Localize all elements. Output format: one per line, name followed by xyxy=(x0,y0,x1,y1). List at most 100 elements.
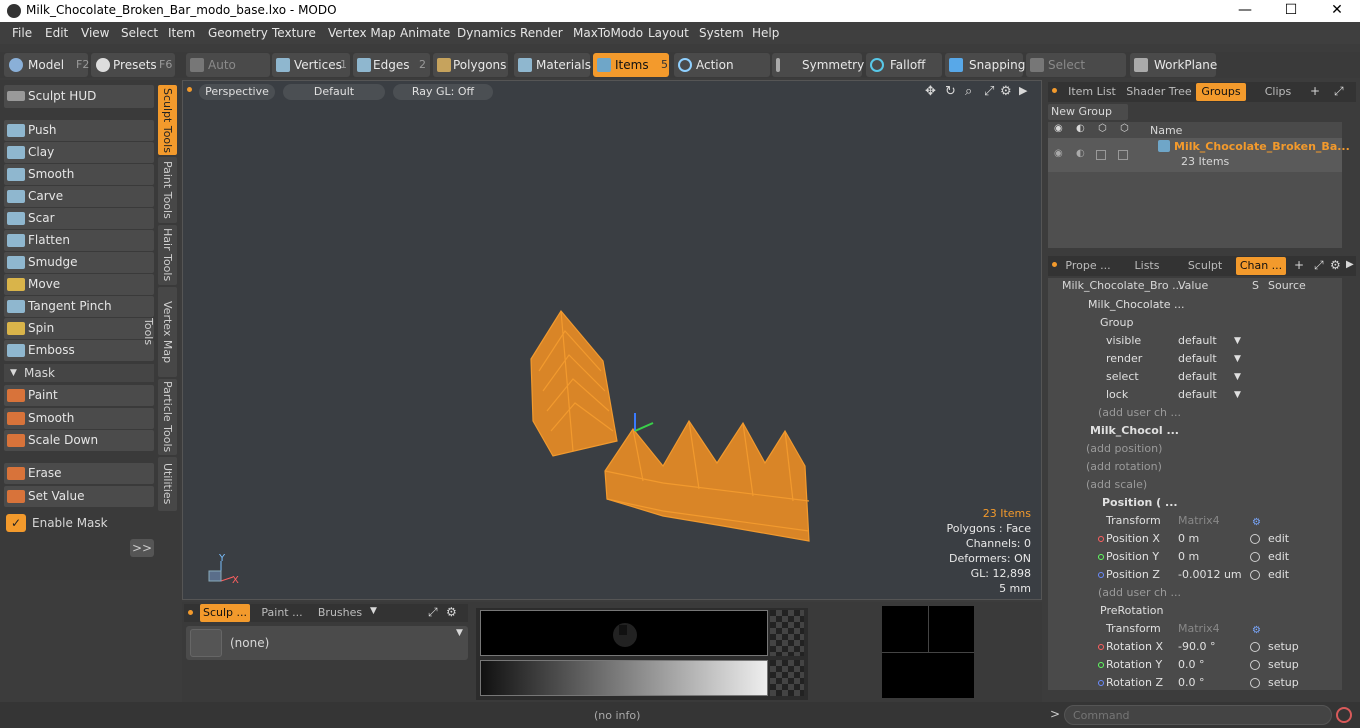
menu-file[interactable]: File xyxy=(12,26,32,40)
mask-smooth[interactable]: Smooth xyxy=(4,408,154,429)
channel-row[interactable]: Position ( ... xyxy=(1048,494,1342,512)
channel-row[interactable]: Transform Matrix4 ⚙ xyxy=(1048,512,1342,530)
group-visible-eye-icon[interactable]: ◉ xyxy=(1054,148,1063,159)
channel-row[interactable]: PreRotation xyxy=(1048,602,1342,620)
tool-move[interactable]: Move xyxy=(4,274,154,295)
tab-sculpt-brushes[interactable]: Sculp ... xyxy=(200,604,250,622)
channels-menu-arrow-icon[interactable]: ▶ xyxy=(1346,259,1354,270)
tab-properties[interactable]: Prope ... xyxy=(1064,257,1112,275)
alpha-preview[interactable] xyxy=(480,610,768,656)
more-button[interactable]: >> xyxy=(130,539,154,557)
menu-edit[interactable]: Edit xyxy=(45,26,68,40)
menu-animate[interactable]: Animate xyxy=(400,26,450,40)
tool-push[interactable]: Push xyxy=(4,120,154,141)
tool-smudge[interactable]: Smudge xyxy=(4,252,154,273)
channel-row[interactable]: Position X0 m edit xyxy=(1048,530,1342,548)
dropdown-arrow-icon[interactable]: ▼ xyxy=(1234,350,1241,368)
vertices-button[interactable]: Vertices 1 xyxy=(272,53,350,77)
new-group-button[interactable]: New Group xyxy=(1048,104,1128,120)
tab-item-list[interactable]: Item List xyxy=(1064,83,1120,101)
tool-flatten[interactable]: Flatten xyxy=(4,230,154,251)
group-row[interactable]: ◉ ◐ Milk_Chocolate_Broken_Ba... 23 Items xyxy=(1048,138,1350,172)
viewport-settings-gear-icon[interactable]: ⚙ xyxy=(1000,84,1012,99)
model-button[interactable]: Model F2 xyxy=(4,53,89,77)
tool-clay[interactable]: Clay xyxy=(4,142,154,163)
mask-paint[interactable]: Paint xyxy=(4,385,154,406)
polygons-button[interactable]: Polygons xyxy=(433,53,508,77)
tab-shader-tree[interactable]: Shader Tree xyxy=(1124,83,1194,101)
channel-row[interactable]: (add scale) xyxy=(1048,476,1342,494)
tab-clips[interactable]: Clips xyxy=(1256,83,1300,101)
channel-row[interactable]: Group xyxy=(1048,314,1342,332)
workplane-button[interactable]: WorkPlane xyxy=(1130,53,1217,77)
tab-groups[interactable]: Groups xyxy=(1196,83,1246,101)
items-button[interactable]: Items 5 xyxy=(593,53,669,77)
add-channel-tab-icon[interactable]: + xyxy=(1294,258,1304,272)
channel-row[interactable]: Position Z -0.0012 um edit xyxy=(1048,566,1342,584)
mask-section-header[interactable]: ▼ Mask xyxy=(4,364,154,382)
menu-geometry[interactable]: Geometry xyxy=(208,26,268,40)
menu-maxtomodo[interactable]: MaxToModo xyxy=(573,26,643,40)
tab-sculpt-tools[interactable]: Sculpt Tools xyxy=(158,85,177,155)
brush-selector[interactable]: (none) ▼ xyxy=(186,626,468,660)
maximize-button[interactable]: ☐ xyxy=(1268,0,1314,22)
tab-paint-brushes[interactable]: Paint ... xyxy=(256,604,308,622)
raygl-toggle[interactable]: Ray GL: Off xyxy=(393,84,493,100)
channel-row[interactable]: (add position) xyxy=(1048,440,1342,458)
channel-row[interactable]: select default ▼ xyxy=(1048,368,1342,386)
sculpt-hud-button[interactable]: Sculpt HUD xyxy=(4,85,154,108)
view-type-dropdown[interactable]: Perspective xyxy=(199,84,275,100)
dropdown-arrow-icon[interactable]: ▼ xyxy=(1234,332,1241,350)
snapping-button[interactable]: Snapping xyxy=(945,53,1025,77)
group-select-checkbox[interactable] xyxy=(1096,150,1106,160)
tool-smooth[interactable]: Smooth xyxy=(4,164,154,185)
maximize-viewport-icon[interactable]: ⤢ xyxy=(984,84,994,99)
channel-row[interactable]: Rotation Y 0.0 ° setup xyxy=(1048,656,1342,674)
minimize-button[interactable]: — xyxy=(1222,0,1268,22)
tab-particle-tools[interactable]: Particle Tools xyxy=(158,379,177,455)
gradient-preview[interactable] xyxy=(480,660,768,696)
tab-vertex-map-tools[interactable]: Vertex Map Tools xyxy=(142,287,177,377)
mask-set-value[interactable]: Set Value xyxy=(4,486,154,507)
channel-row[interactable]: (add rotation) xyxy=(1048,458,1342,476)
tool-carve[interactable]: Carve xyxy=(4,186,154,207)
mask-scale-down[interactable]: Scale Down xyxy=(4,430,154,451)
channels-gear-icon[interactable]: ⚙ xyxy=(1330,258,1341,272)
channel-row[interactable]: render default ▼ xyxy=(1048,350,1342,368)
channel-row[interactable]: Transform Matrix4 ⚙ xyxy=(1048,620,1342,638)
mask-erase[interactable]: Erase xyxy=(4,463,154,484)
menu-select[interactable]: Select xyxy=(121,26,158,40)
menu-vertex-map[interactable]: Vertex Map xyxy=(328,26,396,40)
tabs-dropdown-arrow-icon[interactable]: ▼ xyxy=(370,606,377,616)
tool-emboss[interactable]: Emboss xyxy=(4,340,154,361)
dropdown-arrow-icon[interactable]: ▼ xyxy=(1234,386,1241,404)
symmetry-button[interactable]: Symmetry xyxy=(772,53,864,77)
presets-button[interactable]: Presets F6 xyxy=(91,53,175,77)
rotate-icon[interactable]: ↻ xyxy=(945,84,956,99)
record-macro-icon[interactable] xyxy=(1336,707,1352,723)
command-input[interactable] xyxy=(1064,705,1332,725)
tab-paint-tools[interactable]: Paint Tools xyxy=(158,157,177,223)
select-through-button[interactable]: Select Through xyxy=(1026,53,1126,96)
chocolate-bar-mesh[interactable] xyxy=(513,301,833,551)
menu-texture[interactable]: Texture xyxy=(272,26,316,40)
channel-row[interactable]: Milk_Chocolate ... xyxy=(1048,296,1342,314)
dropdown-arrow-icon[interactable]: ▼ xyxy=(1234,368,1241,386)
channel-row[interactable]: visible default ▼ xyxy=(1048,332,1342,350)
gradient-thumbnail[interactable] xyxy=(770,660,804,696)
tool-scar[interactable]: Scar xyxy=(4,208,154,229)
channel-row[interactable]: Rotation Z 0.0 ° setup xyxy=(1048,674,1342,690)
menu-dynamics[interactable]: Dynamics xyxy=(457,26,516,40)
channel-row[interactable]: Rotation X -90.0 ° setup xyxy=(1048,638,1342,656)
action-center-button[interactable]: Action Center xyxy=(674,53,770,96)
tool-spin[interactable]: Spin xyxy=(4,318,154,339)
tab-channels[interactable]: Chan ... xyxy=(1236,257,1286,275)
menu-view[interactable]: View xyxy=(81,26,109,40)
view-style-dropdown[interactable]: Default xyxy=(283,84,385,100)
tab-utilities[interactable]: Utilities xyxy=(158,457,177,511)
brush-gear-icon[interactable]: ⚙ xyxy=(446,605,457,619)
expand-panel-icon[interactable]: ⤢ xyxy=(1334,84,1344,99)
tab-lists[interactable]: Lists xyxy=(1122,257,1172,275)
group-render-icon[interactable]: ◐ xyxy=(1076,148,1085,159)
channel-row[interactable]: Milk_Chocol ... xyxy=(1048,422,1342,440)
